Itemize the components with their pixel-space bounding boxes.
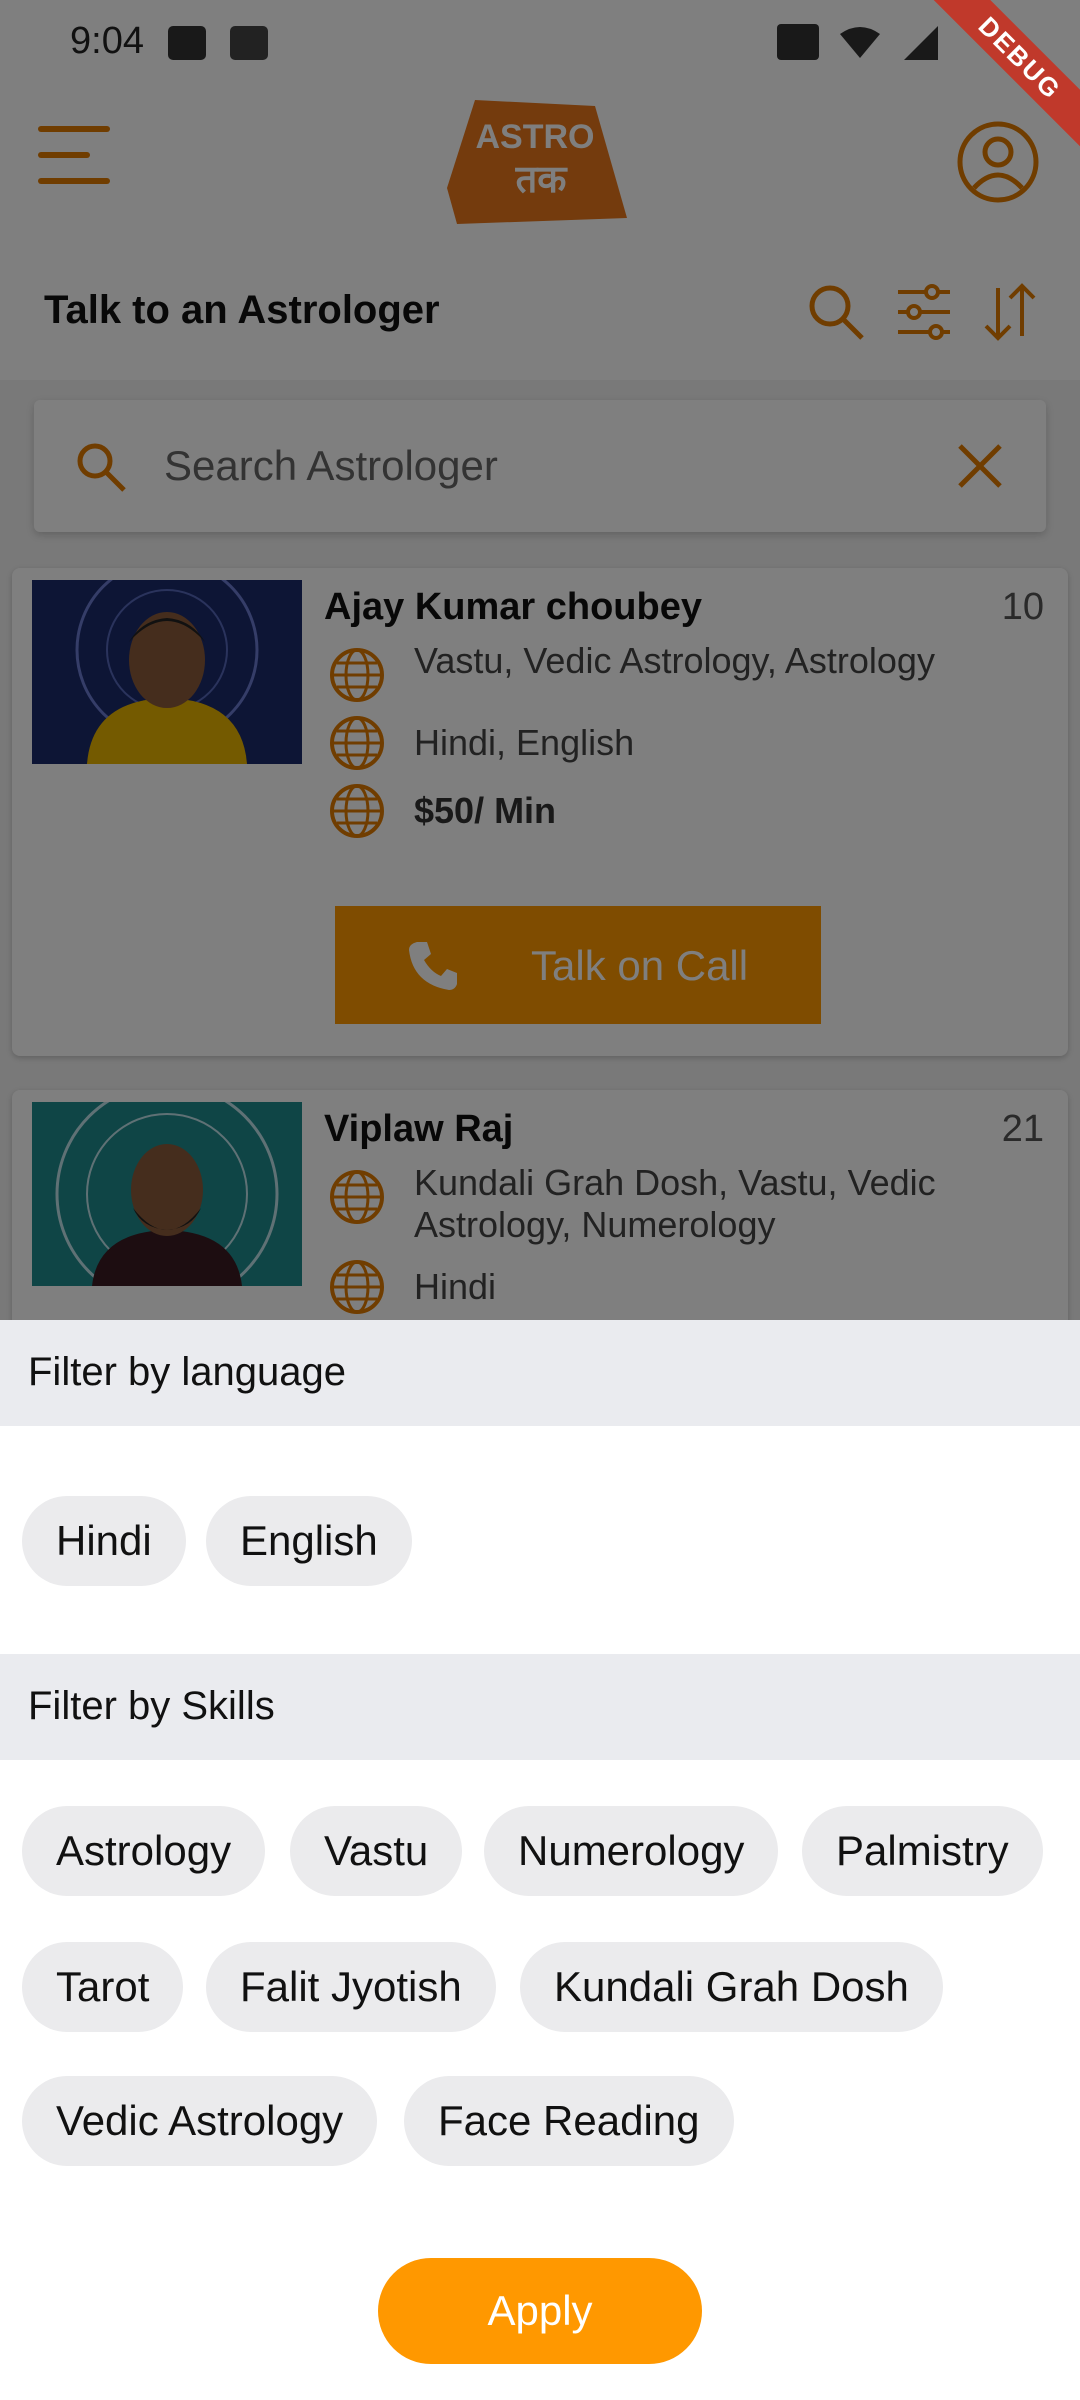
language-chip-hindi[interactable]: Hindi [22,1496,186,1586]
language-filter-header: Filter by language [0,1320,1080,1426]
filter-bottom-sheet: Filter by language Hindi English Filter … [0,1320,1080,2400]
skill-chip-vedic-astrology[interactable]: Vedic Astrology [22,2076,378,2166]
app-root: 9:04 DEBUG ASTRO तक Talk to an Astrologe… [0,0,1080,2400]
skill-chip-vastu[interactable]: Vastu [290,1806,463,1896]
skill-chip-face-reading[interactable]: Face Reading [404,2076,734,2166]
skills-filter-header: Filter by Skills [0,1654,1080,1760]
skill-chip-kundali-grah-dosh[interactable]: Kundali Grah Dosh [520,1942,943,2032]
language-chip-english[interactable]: English [206,1496,412,1586]
skills-filter-title: Filter by Skills [28,1684,275,1728]
apply-button[interactable]: Apply [378,2258,702,2364]
language-filter-title: Filter by language [28,1350,346,1394]
skill-chip-astrology[interactable]: Astrology [22,1806,266,1896]
skill-chip-numerology[interactable]: Numerology [484,1806,779,1896]
skill-chip-falit-jyotish[interactable]: Falit Jyotish [206,1942,496,2032]
skill-chip-palmistry[interactable]: Palmistry [802,1806,1043,1896]
skill-chip-tarot[interactable]: Tarot [22,1942,184,2032]
modal-scrim[interactable] [0,0,1080,1320]
